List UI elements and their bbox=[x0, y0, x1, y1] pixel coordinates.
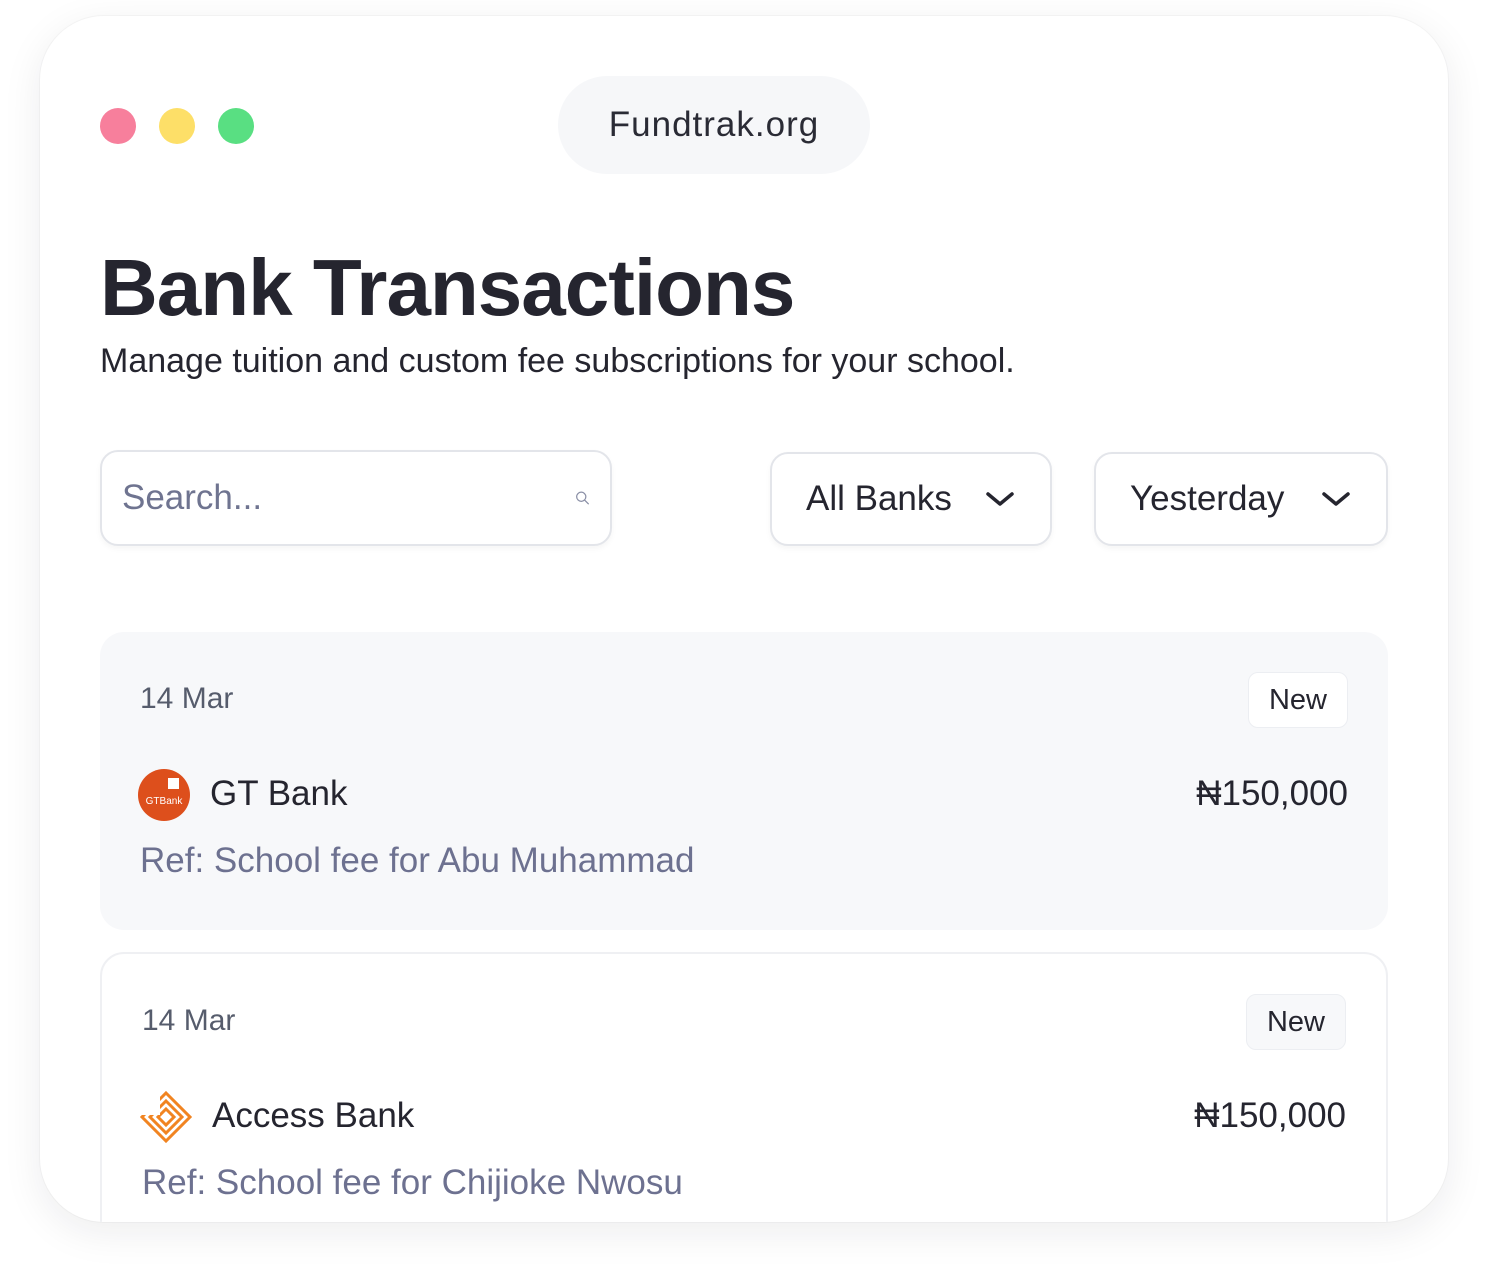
gtbank-logo-icon: GTBank bbox=[138, 769, 190, 821]
search-input[interactable] bbox=[120, 477, 575, 519]
transaction-card[interactable]: 14 Mar New GTBank GT Bank ₦150,000 Ref: … bbox=[100, 632, 1388, 930]
page-title: Bank Transactions bbox=[100, 243, 795, 332]
date-filter-label: Yesterday bbox=[1130, 479, 1285, 518]
gtbank-logo-text: GTBank bbox=[146, 796, 184, 807]
bank-name: GT Bank bbox=[210, 774, 348, 813]
bank-filter-label: All Banks bbox=[806, 479, 952, 518]
transaction-amount: ₦150,000 bbox=[1196, 774, 1348, 813]
close-dot[interactable] bbox=[100, 108, 136, 144]
transaction-date: 14 Mar bbox=[142, 1004, 236, 1037]
url-bar[interactable]: Fundtrak.org bbox=[558, 76, 870, 174]
page-subtitle: Manage tuition and custom fee subscripti… bbox=[100, 342, 1015, 380]
bank-name: Access Bank bbox=[212, 1096, 415, 1135]
transaction-amount: ₦150,000 bbox=[1194, 1096, 1346, 1135]
search-box[interactable] bbox=[100, 450, 612, 546]
transaction-reference: Ref: School fee for Abu Muhammad bbox=[140, 841, 695, 880]
bank-filter-select[interactable]: All Banks bbox=[770, 452, 1052, 546]
access-bank-logo-icon bbox=[140, 1091, 192, 1143]
window-controls bbox=[100, 108, 254, 144]
chevron-down-icon bbox=[986, 492, 1014, 506]
minimize-dot[interactable] bbox=[159, 108, 195, 144]
transaction-date: 14 Mar bbox=[140, 682, 234, 715]
transaction-card[interactable]: 14 Mar New Access Bank ₦150,000 Ref: Sch… bbox=[100, 952, 1388, 1222]
transaction-reference: Ref: School fee for Chijioke Nwosu bbox=[142, 1163, 683, 1202]
chevron-down-icon bbox=[1322, 492, 1350, 506]
maximize-dot[interactable] bbox=[218, 108, 254, 144]
status-badge: New bbox=[1248, 672, 1348, 728]
status-badge: New bbox=[1246, 994, 1346, 1050]
browser-window: Fundtrak.org Bank Transactions Manage tu… bbox=[40, 16, 1448, 1222]
url-text: Fundtrak.org bbox=[608, 105, 820, 144]
search-icon[interactable] bbox=[575, 480, 590, 516]
date-filter-select[interactable]: Yesterday bbox=[1094, 452, 1388, 546]
